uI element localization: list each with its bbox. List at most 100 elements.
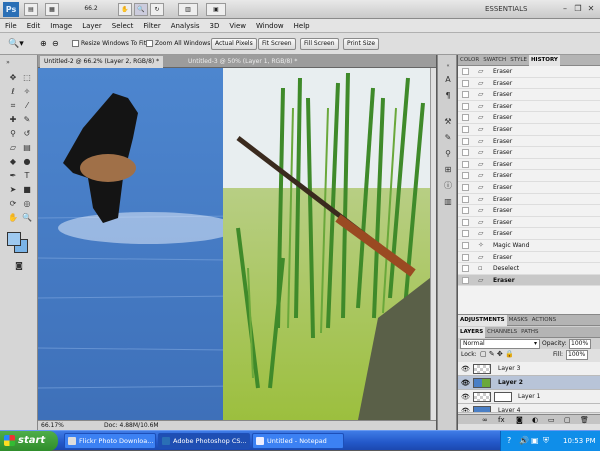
zoom-out-icon[interactable]: ⊖ — [52, 38, 59, 50]
canvas-scrollbar[interactable] — [430, 68, 436, 420]
lock-icons[interactable]: ▢ ✎ ✥ 🔒 — [480, 350, 514, 358]
history-checkbox[interactable] — [462, 265, 469, 273]
history-state[interactable]: ▱ Eraser — [458, 89, 600, 101]
visibility-eye-icon[interactable]: 👁 — [461, 362, 470, 376]
menu-analysis[interactable]: Analysis — [166, 19, 205, 33]
fit-screen-button[interactable]: Fit Screen — [258, 38, 296, 50]
history-state[interactable]: ▱ Eraser — [458, 78, 600, 90]
history-checkbox[interactable] — [462, 218, 469, 226]
navigator-icon[interactable]: ⊞ — [443, 165, 453, 175]
screen-mode-icon[interactable]: ▣ — [206, 3, 226, 16]
histogram-icon[interactable]: ▥ — [443, 197, 453, 207]
foreground-color-swatch[interactable] — [7, 232, 21, 246]
clone-stamp-icon[interactable]: ⚲ — [6, 128, 20, 139]
clock[interactable]: 10:53 PM — [563, 431, 596, 451]
brushes-panel-icon[interactable]: ✎ — [443, 133, 453, 143]
bridge-icon[interactable]: ▤ — [24, 3, 38, 16]
volume-icon[interactable]: 🔊 — [519, 431, 529, 451]
tab-untitled-3[interactable]: Untitled-3 @ 50% (Layer 1, RGB/8) * — [184, 56, 301, 68]
history-state[interactable]: ▱ Eraser — [458, 147, 600, 159]
info-panel-icon[interactable]: ⓘ — [443, 181, 453, 191]
type-tool-icon[interactable]: T — [20, 170, 34, 181]
minibridge-icon[interactable]: ▦ — [45, 3, 59, 16]
history-state[interactable]: ▱ Eraser — [458, 217, 600, 229]
tab-paths[interactable]: PATHS — [519, 327, 540, 338]
layer-row-2[interactable]: 👁 Layer 2 — [458, 376, 600, 390]
menu-view[interactable]: View — [224, 19, 251, 33]
zoom-tool-icon[interactable]: 🔍 — [134, 3, 148, 16]
history-checkbox[interactable] — [462, 276, 469, 284]
history-state[interactable]: ▱ Eraser — [458, 66, 600, 78]
eyedropper-tool-icon[interactable]: ⁄ — [20, 100, 34, 111]
resize-windows-checkbox[interactable]: Resize Windows To Fit — [72, 38, 146, 50]
tab-adjustments[interactable]: ADJUSTMENTS — [458, 315, 507, 326]
character-panel-icon[interactable]: A — [443, 75, 453, 85]
eraser-tool-icon[interactable]: ▱ — [6, 142, 20, 153]
layer-row-4[interactable]: 👁 Layer 4 — [458, 404, 600, 413]
history-state[interactable]: ▱ Eraser — [458, 101, 600, 113]
status-zoom[interactable]: 66.17% — [41, 421, 64, 430]
menu-filter[interactable]: Filter — [138, 19, 165, 33]
history-state[interactable]: ▱ Eraser — [458, 182, 600, 194]
actual-pixels-button[interactable]: Actual Pixels — [211, 38, 257, 50]
history-state[interactable]: ▫ Deselect — [458, 263, 600, 275]
visibility-eye-icon[interactable]: 👁 — [461, 404, 470, 412]
adjustment-layer-icon[interactable]: ◐ — [532, 415, 538, 425]
menu-select[interactable]: Select — [107, 19, 139, 33]
history-checkbox[interactable] — [462, 207, 469, 215]
history-state[interactable]: ▱ Eraser — [458, 252, 600, 264]
tab-layers[interactable]: LAYERS — [458, 327, 486, 338]
history-checkbox[interactable] — [462, 241, 469, 249]
history-checkbox[interactable] — [462, 79, 469, 87]
gradient-tool-icon[interactable]: ▤ — [20, 142, 34, 153]
zoom-level[interactable]: 66.2 — [80, 3, 102, 16]
new-group-icon[interactable]: ▭ — [548, 415, 555, 425]
visibility-eye-icon[interactable]: 👁 — [461, 376, 470, 390]
security-icon[interactable]: ⛨ — [543, 431, 549, 451]
zoom-tool-icon[interactable]: 🔍 — [20, 212, 34, 223]
menu-window[interactable]: Window — [251, 19, 289, 33]
history-checkbox[interactable] — [462, 137, 469, 145]
network-icon[interactable]: ▣ — [531, 431, 539, 451]
lasso-tool-icon[interactable]: ℓ — [6, 86, 20, 97]
history-state[interactable]: ▱ Eraser — [458, 159, 600, 171]
tab-color[interactable]: COLOR — [458, 55, 481, 66]
healing-brush-icon[interactable]: ✚ — [6, 114, 20, 125]
dodge-tool-icon[interactable]: ● — [20, 156, 34, 167]
history-checkbox[interactable] — [462, 172, 469, 180]
history-state[interactable]: ▱ Eraser — [458, 274, 600, 287]
tab-masks[interactable]: MASKS — [507, 315, 530, 326]
document-canvas[interactable] — [38, 68, 430, 420]
history-state[interactable]: ▱ Eraser — [458, 124, 600, 136]
3d-orbit-icon[interactable]: ◎ — [20, 198, 34, 209]
menu-help[interactable]: Help — [289, 19, 315, 33]
history-brush-icon[interactable]: ↺ — [20, 128, 34, 139]
history-list[interactable]: ▱ Eraser ▱ Eraser ▱ Eraser ▱ Eraser ▱ Eraser ▱ Eras… — [458, 66, 600, 314]
tab-swatches[interactable]: SWATCH — [481, 55, 508, 66]
history-checkbox[interactable] — [462, 149, 469, 157]
layer-mask-thumbnail[interactable] — [494, 392, 512, 402]
expand-panels-icon[interactable]: « — [443, 61, 453, 71]
history-state[interactable]: ▱ Eraser — [458, 136, 600, 148]
tool-presets-icon[interactable]: ⚒ — [443, 117, 453, 127]
menu-image[interactable]: Image — [45, 19, 77, 33]
path-selection-icon[interactable]: ➤ — [6, 184, 20, 195]
history-checkbox[interactable] — [462, 253, 469, 261]
zoom-all-checkbox[interactable]: Zoom All Windows — [146, 38, 210, 50]
tab-styles[interactable]: STYLE — [508, 55, 529, 66]
help-icon[interactable]: ? — [507, 431, 511, 451]
clone-source-icon[interactable]: ⚲ — [443, 149, 453, 159]
fill-field[interactable]: 100% — [566, 350, 588, 360]
zoom-in-icon[interactable]: ⊕ — [40, 38, 47, 50]
rotate-view-icon[interactable]: ↻ — [150, 3, 164, 16]
collapse-tools-icon[interactable]: » — [1, 57, 15, 68]
pen-tool-icon[interactable]: ✒ — [6, 170, 20, 181]
delete-layer-icon[interactable]: 🗑 — [580, 415, 589, 425]
print-size-button[interactable]: Print Size — [343, 38, 380, 50]
add-mask-icon[interactable]: ◙ — [516, 415, 523, 425]
history-checkbox[interactable] — [462, 102, 469, 110]
task-photoshop[interactable]: Adobe Photoshop CS... — [158, 433, 250, 449]
history-state[interactable]: ✧ Magic Wand — [458, 240, 600, 252]
history-state[interactable]: ▱ Eraser — [458, 170, 600, 182]
start-button[interactable]: start — [0, 431, 58, 451]
